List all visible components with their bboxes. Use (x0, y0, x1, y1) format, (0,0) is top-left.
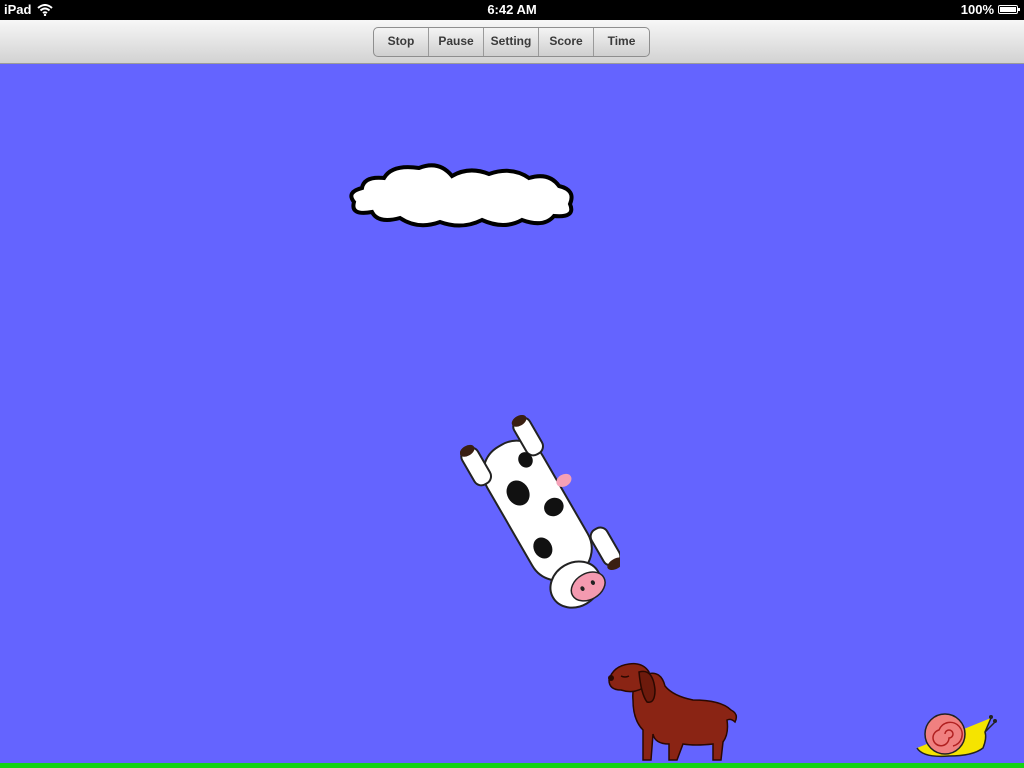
battery-percent: 100% (960, 2, 994, 17)
setting-button[interactable]: Setting (484, 28, 539, 56)
score-button[interactable]: Score (539, 28, 594, 56)
pause-button[interactable]: Pause (429, 28, 484, 56)
status-time: 6:42 AM (487, 2, 537, 17)
cloud-sprite (349, 163, 574, 228)
game-controls: Stop Pause Setting Score Time (373, 27, 650, 57)
battery-icon (998, 5, 1020, 14)
time-button[interactable]: Time (594, 28, 649, 56)
dog-sprite (608, 662, 738, 761)
snail-sprite (916, 713, 997, 758)
status-right: 100% (960, 2, 1020, 17)
stop-button[interactable]: Stop (374, 28, 429, 56)
status-bar: iPad 6:42 AM 100% (0, 0, 1024, 20)
cow-sprite (460, 415, 620, 609)
toolbar: Stop Pause Setting Score Time (0, 20, 1024, 64)
ground (0, 763, 1024, 768)
